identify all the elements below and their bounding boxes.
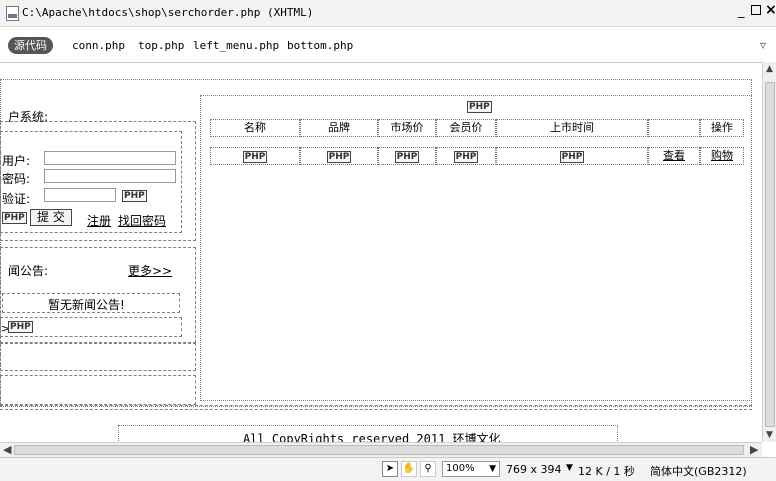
table-cell: PHP [210, 147, 300, 165]
title-bar: C:\Apache\htdocs\shop\serchorder.php (XH… [0, 0, 776, 27]
status-bar: ➤ ✋ ⚲ 100% ▼ 769 x 394 ▼ 12 K / 1 秒 简体中文… [0, 457, 776, 481]
more-news-link[interactable]: 更多>> [128, 262, 172, 279]
window-size[interactable]: 769 x 394 [506, 463, 562, 476]
scroll-left-icon[interactable]: ◀ [3, 443, 11, 456]
register-link[interactable]: 注册 [87, 212, 111, 229]
pointer-tool-icon[interactable]: ➤ [382, 461, 398, 477]
no-news-text: 暂无新闻公告! [48, 298, 125, 312]
chevron-down-icon[interactable]: ▼ [566, 463, 573, 473]
user-system-title: 户系统: [8, 110, 49, 124]
minimize-button[interactable]: _ [738, 4, 745, 19]
hand-tool-icon[interactable]: ✋ [401, 461, 417, 477]
username-input[interactable] [44, 151, 176, 165]
table-header: 市场价 [378, 119, 436, 137]
php-tag-icon: PHP [2, 212, 27, 224]
table-header: 名称 [210, 119, 300, 137]
horizontal-scrollbar[interactable]: ◀ ▶ [0, 442, 762, 457]
vertical-scroll-thumb[interactable] [765, 82, 775, 427]
table-header: 品牌 [300, 119, 378, 137]
download-size: 12 K / 1 秒 [578, 465, 635, 478]
encoding: 简体中文(GB2312) [650, 465, 747, 478]
php-tag-icon: PHP [326, 151, 352, 163]
php-tag-icon: PHP [559, 151, 585, 163]
source-code-button[interactable]: 源代码 [8, 37, 53, 54]
php-tag-icon: PHP [122, 190, 147, 202]
php-tag-icon: PHP [242, 151, 268, 163]
password-label: 密码: [2, 172, 31, 186]
file-tab-left-menu[interactable]: left_menu.php [193, 39, 279, 52]
news-title: 闻公告: [8, 264, 49, 278]
user-label: 用户: [2, 154, 31, 168]
table-cell: PHP [436, 147, 496, 165]
recover-password-link[interactable]: 找回密码 [118, 212, 166, 229]
table-cell: PHP [496, 147, 648, 165]
table-header: 会员价 [436, 119, 496, 137]
related-files-bar: 源代码 conn.php top.php left_menu.php botto… [0, 36, 776, 58]
view-link[interactable]: 查看 [648, 147, 700, 165]
scroll-down-icon[interactable]: ▼ [766, 430, 773, 440]
verify-label: 验证: [2, 192, 31, 206]
horizontal-scroll-thumb[interactable] [14, 445, 744, 455]
scroll-right-icon[interactable]: ▶ [750, 443, 758, 456]
verify-code-input[interactable] [44, 188, 116, 202]
buy-link[interactable]: 购物 [700, 147, 744, 165]
table-cell: PHP [300, 147, 378, 165]
side-block [0, 375, 196, 405]
zoom-select[interactable]: 100% ▼ [442, 461, 500, 477]
table-header [648, 119, 700, 137]
zoom-tool-icon[interactable]: ⚲ [420, 461, 436, 477]
design-view[interactable]: 户系统: 用户: 密码: 验证: PHP PHP 提 交 注册 找回密码 闻公告… [0, 62, 762, 443]
funnel-icon[interactable]: ▿ [760, 38, 766, 52]
file-tab-conn[interactable]: conn.php [72, 39, 125, 52]
document-icon [6, 6, 19, 21]
password-input[interactable] [44, 169, 176, 183]
table-header: 操作 [700, 119, 744, 137]
submit-button[interactable]: 提 交 [30, 209, 72, 226]
main-content [200, 95, 752, 401]
php-tag-icon: PHP [467, 101, 492, 113]
table-header: 上市时间 [496, 119, 648, 137]
chevron-down-icon: ▼ [489, 464, 496, 474]
file-tab-bottom[interactable]: bottom.php [287, 39, 353, 52]
vertical-scrollbar[interactable]: ▲ ▼ [762, 62, 776, 442]
php-tag-icon: PHP [453, 151, 479, 163]
window-title: C:\Apache\htdocs\shop\serchorder.php (XH… [22, 6, 314, 19]
side-block [0, 343, 196, 371]
maximize-button[interactable] [751, 5, 761, 15]
close-button[interactable]: × [765, 2, 776, 18]
footer-divider [0, 405, 752, 410]
zoom-value: 100% [446, 463, 475, 474]
table-cell: PHP [378, 147, 436, 165]
php-tag-icon: PHP [8, 321, 33, 333]
file-tab-top[interactable]: top.php [138, 39, 184, 52]
php-tag-icon: PHP [394, 151, 420, 163]
scroll-up-icon[interactable]: ▲ [766, 64, 773, 74]
